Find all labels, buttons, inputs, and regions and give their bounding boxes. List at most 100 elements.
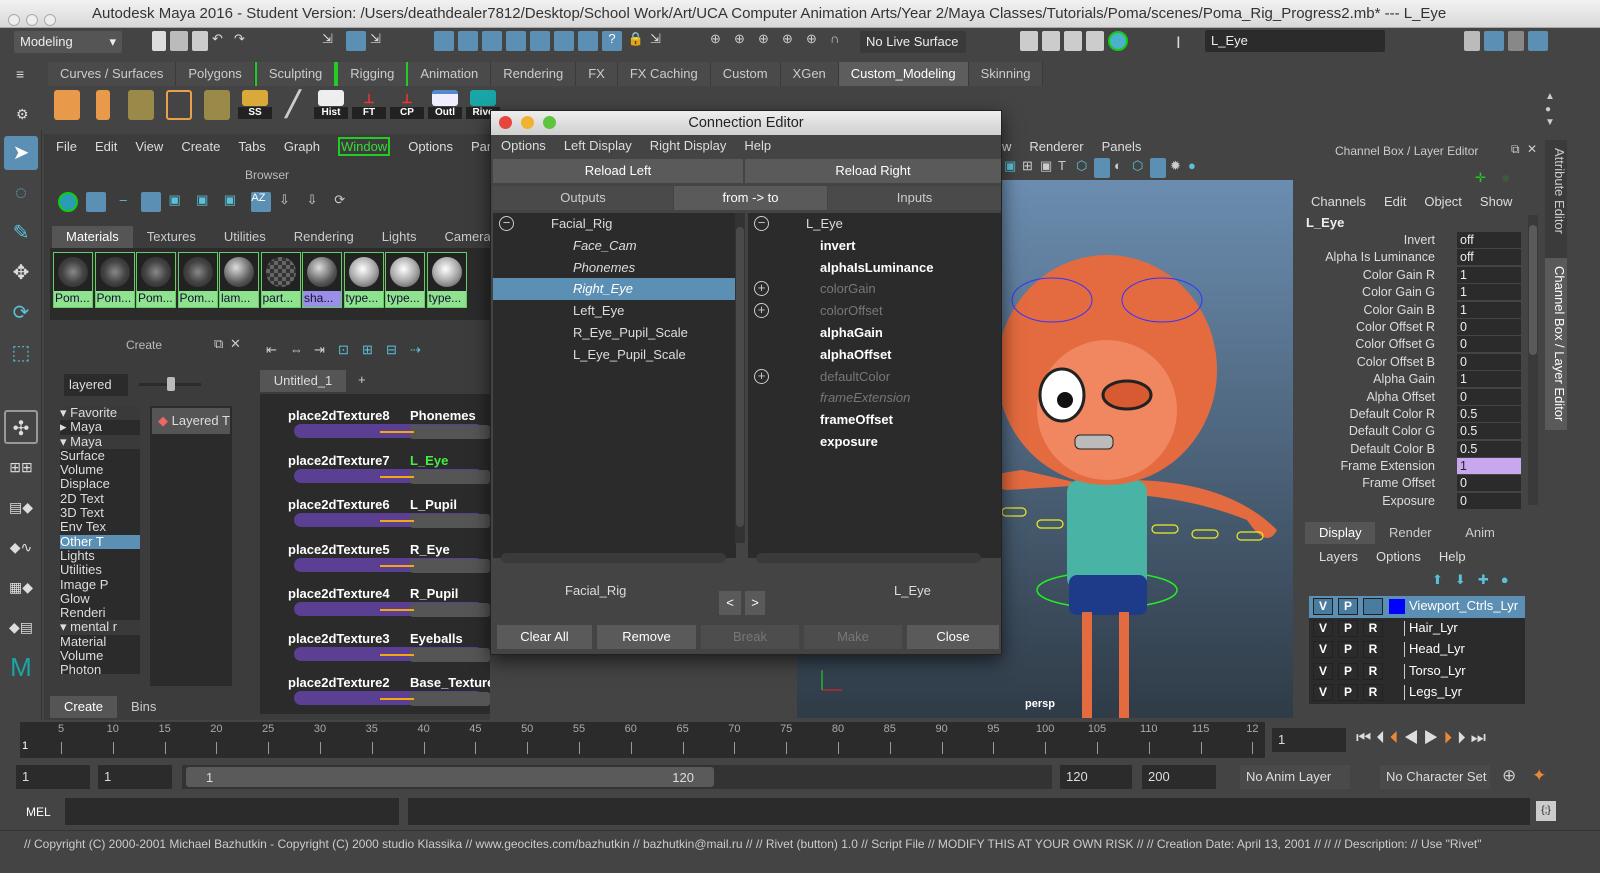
step-forward-frame-icon[interactable]: ⏵ xyxy=(1457,728,1471,747)
graph-tab-untitled[interactable]: Untitled_1 xyxy=(260,370,346,392)
xray-icon[interactable] xyxy=(1150,158,1166,178)
hypershade-menu-graph[interactable]: Graph xyxy=(284,139,320,154)
reload-right-button[interactable]: Reload Right xyxy=(745,159,1001,183)
shelf-tab-rigging[interactable]: Rigging xyxy=(336,62,409,86)
attribute-editor-toggle-icon[interactable] xyxy=(1484,31,1504,51)
knife-button[interactable]: ╱ xyxy=(276,90,310,126)
channel-value[interactable]: off xyxy=(1457,232,1521,248)
create-tree-item[interactable]: 3D Text xyxy=(60,505,140,520)
playback-end-field[interactable]: 120 xyxy=(1060,765,1132,789)
channel-box-toggle-icon[interactable] xyxy=(1528,31,1548,51)
layered-texture-item[interactable]: ◆ Layered T xyxy=(152,408,230,434)
layer-row[interactable]: V P R Torso_Lyr xyxy=(1309,661,1525,683)
create-tree-item[interactable]: Photon xyxy=(60,663,140,674)
channel-value[interactable]: 1 xyxy=(1457,458,1521,475)
play-forward-icon[interactable]: ▶ xyxy=(1423,728,1443,747)
select-hierarchy-icon[interactable]: ⇲ xyxy=(322,31,342,51)
tool-settings-icon[interactable] xyxy=(1508,31,1524,51)
ce-menu-right-display[interactable]: Right Display xyxy=(650,138,727,153)
channel-row[interactable]: Color Offset R 0 xyxy=(1297,318,1525,336)
close-panel-icon[interactable]: ✕ xyxy=(1527,142,1537,156)
channel-row[interactable]: Default Color R 0.5 xyxy=(1297,405,1525,423)
shelf-button-hist[interactable]: Hist xyxy=(314,90,348,126)
zoom-window-button[interactable] xyxy=(543,116,556,129)
channel-value[interactable]: 1 xyxy=(1457,301,1521,318)
shelf-button-outl[interactable]: Outl xyxy=(428,90,462,126)
select-component-icon[interactable]: ⇲ xyxy=(370,31,390,51)
input-line-mode-icon[interactable]: Ⅰ xyxy=(1176,33,1181,53)
menuset-dropdown[interactable]: Modeling ▾ xyxy=(14,31,122,53)
layer-row[interactable]: V P R Hair_Lyr xyxy=(1309,618,1525,640)
output-attribute-item[interactable]: Left_Eye xyxy=(493,300,736,322)
redo-icon[interactable]: ↷ xyxy=(234,31,252,51)
graph-editor-layout-icon[interactable]: ◆∿ xyxy=(4,530,38,564)
material-swatch[interactable]: Pom... xyxy=(53,252,93,308)
snap-point-icon[interactable]: ⊕ xyxy=(758,31,778,51)
viewport-menu-view[interactable]: w xyxy=(1002,139,1011,154)
poly-plane-button[interactable] xyxy=(124,90,158,126)
channel-value[interactable]: 0 xyxy=(1457,353,1521,370)
material-swatch[interactable]: Pom... xyxy=(94,252,135,308)
channel-row[interactable]: Color Gain R 1 xyxy=(1297,266,1525,284)
hypershade-menu-window[interactable]: Window xyxy=(337,137,391,156)
range-slider[interactable]: 1 120 xyxy=(182,765,1052,789)
lattice-button[interactable] xyxy=(162,90,196,126)
step-back-frame-icon[interactable]: ⏴ xyxy=(1376,728,1390,747)
channel-value[interactable]: 1 xyxy=(1457,266,1521,283)
render-settings-icon[interactable] xyxy=(1086,31,1104,51)
layer-toggle-p[interactable]: P xyxy=(1338,684,1358,702)
shelf-menu-icon[interactable]: ≡ xyxy=(16,66,24,82)
channel-value[interactable]: 0.5 xyxy=(1457,423,1521,440)
selection-input[interactable]: L_Eye xyxy=(1205,30,1385,52)
shelf-button-cp[interactable]: ⟂ CP xyxy=(390,90,424,126)
animation-preferences-icon[interactable]: ✦ xyxy=(1532,766,1546,786)
channel-value[interactable]: 0.5 xyxy=(1457,405,1521,422)
shelf-tab-skinning[interactable]: Skinning xyxy=(968,62,1044,86)
new-layer-selected-icon[interactable]: ● xyxy=(1501,572,1521,587)
expand-icon[interactable]: + xyxy=(754,281,769,297)
layer-toggle-p[interactable]: P xyxy=(1338,662,1358,680)
shelf-tab-polygons[interactable]: Polygons xyxy=(176,62,255,86)
poly-cylinder-button[interactable] xyxy=(86,90,120,126)
ce-menu-help[interactable]: Help xyxy=(744,138,771,153)
reverse-order-icon[interactable]: ⟳ xyxy=(334,192,354,212)
channel-menu-edit[interactable]: Edit xyxy=(1384,194,1406,209)
anim-layer-dropdown[interactable]: No Anim Layer xyxy=(1240,765,1350,789)
previous-button[interactable]: < xyxy=(719,591,741,615)
file-texture-node[interactable]: R_Eye xyxy=(410,542,490,573)
slider-handle[interactable] xyxy=(167,377,175,391)
current-frame-field[interactable]: 1 xyxy=(1272,728,1346,752)
create-tree-item[interactable]: ▸ Maya xyxy=(60,420,140,434)
layer-name[interactable]: Viewport_Ctrls_Lyr xyxy=(1409,596,1518,616)
output-attribute-item[interactable]: Face_Cam xyxy=(493,235,736,257)
create-tree-item[interactable]: Volume xyxy=(60,648,140,663)
inputs-hscroll[interactable] xyxy=(756,553,981,563)
tab-textures[interactable]: Textures xyxy=(133,226,210,248)
snap-surface-icon[interactable]: ⊕ xyxy=(806,31,826,51)
layer-toggle-v[interactable]: V xyxy=(1313,662,1333,680)
channel-value[interactable]: 0 xyxy=(1457,336,1521,353)
wireframe-shading-icon[interactable]: ⬡ xyxy=(1076,158,1090,178)
hypershade-menu-file[interactable]: File xyxy=(56,139,77,154)
step-back-key-icon[interactable]: ⏴ xyxy=(1390,728,1404,747)
channel-menu-channels[interactable]: Channels xyxy=(1311,194,1366,209)
minimize-window-button[interactable] xyxy=(521,116,534,129)
ce-menu-left-display[interactable]: Left Display xyxy=(564,138,632,153)
layer-row[interactable]: V P R Legs_Lyr xyxy=(1309,682,1525,704)
tab-anim[interactable]: Anim xyxy=(1445,522,1515,544)
split-button[interactable] xyxy=(200,90,234,126)
hypershade-layout-icon[interactable]: ▦◆ xyxy=(4,570,38,604)
channel-value[interactable]: 0 xyxy=(1457,475,1521,492)
tree-expander-icon[interactable]: ▾ xyxy=(60,619,70,634)
tab-attribute-editor[interactable]: Attribute Editor xyxy=(1545,140,1567,258)
channel-value[interactable]: 1 xyxy=(1457,371,1521,388)
tab-rendering[interactable]: Rendering xyxy=(280,226,368,248)
output-connections-icon[interactable]: ⇥ xyxy=(314,342,334,362)
layer-toggle-p[interactable]: P xyxy=(1338,641,1358,659)
tab-render[interactable]: Render xyxy=(1375,522,1445,544)
step-forward-key-icon[interactable]: ⏵ xyxy=(1444,728,1458,747)
create-tree-item[interactable]: Renderi xyxy=(60,606,140,620)
undo-icon[interactable]: ↶ xyxy=(212,31,230,51)
create-tree-item[interactable]: Env Tex xyxy=(60,520,140,534)
close-window-button[interactable] xyxy=(499,116,512,129)
